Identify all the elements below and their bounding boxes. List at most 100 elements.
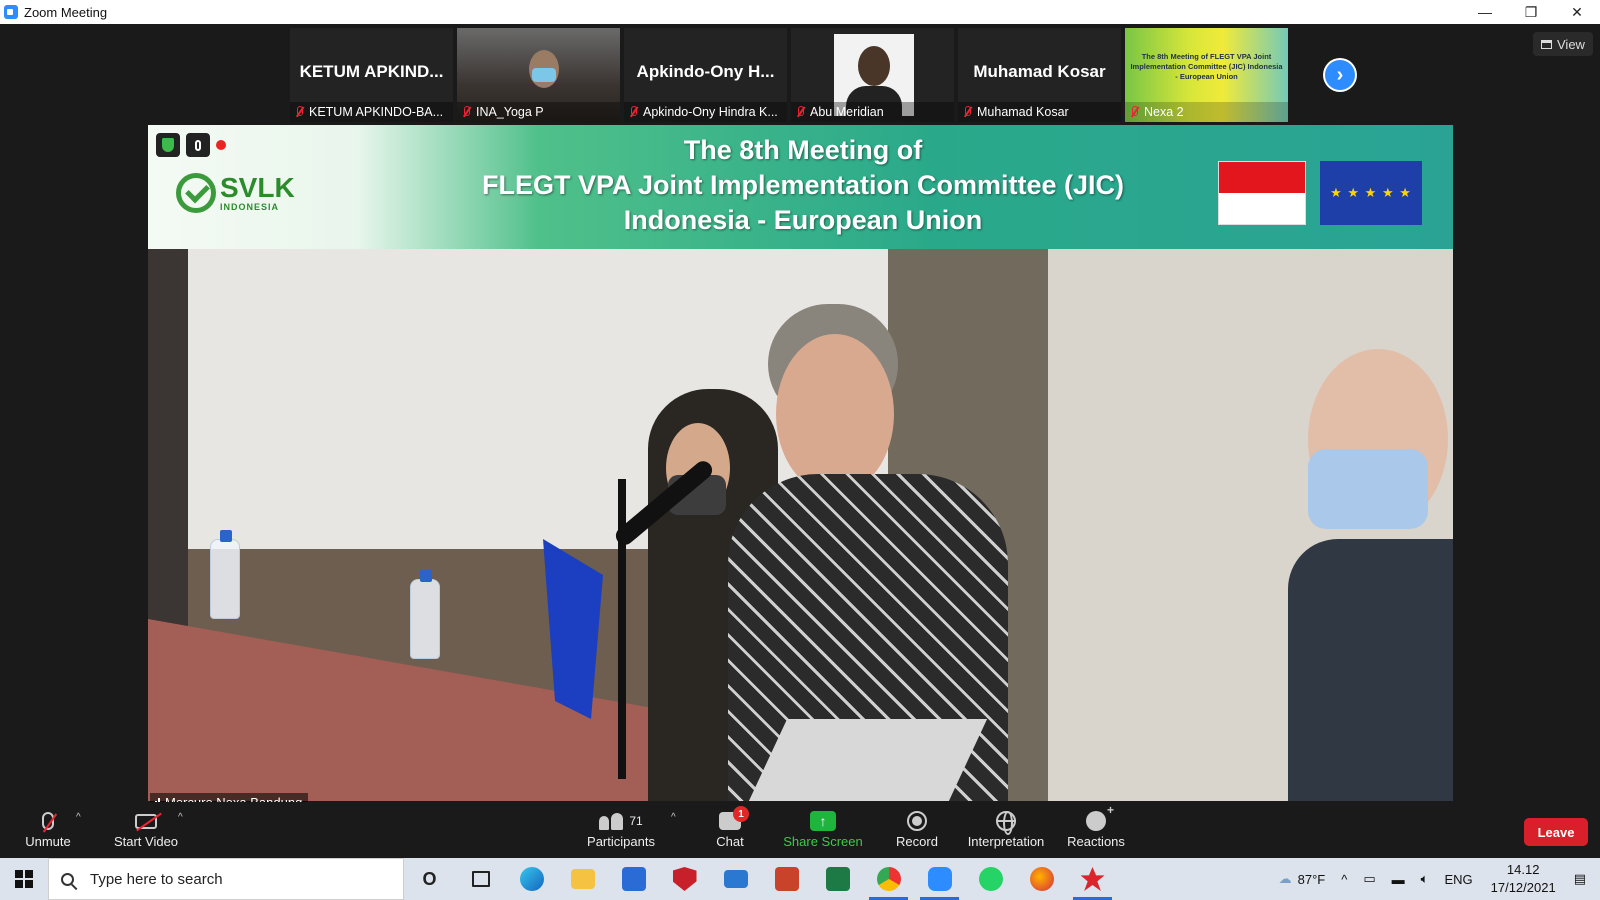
participant-strip: KETUM APKIND... KETUM APKINDO-BA... INA_… — [290, 28, 1288, 122]
logo-subtext: INDONESIA — [220, 202, 280, 212]
task-view-button[interactable] — [455, 858, 506, 900]
view-label: View — [1557, 36, 1585, 52]
clock-date: 17/12/2021 — [1490, 880, 1556, 895]
participant-display-name: Apkindo-Ony H... — [636, 62, 775, 81]
participant-tile[interactable]: Abu Meridian — [791, 28, 954, 122]
participant-tile[interactable]: Muhamad Kosar Muhamad Kosar — [958, 28, 1121, 122]
mic-muted-icon — [42, 812, 54, 830]
conference-room-scene — [148, 249, 1453, 801]
show-hidden-icons-button[interactable]: ^ — [1333, 872, 1355, 887]
search-placeholder: Type here to search — [90, 870, 223, 888]
battery-icon[interactable]: ▬ — [1384, 872, 1413, 887]
volume-icon[interactable]: 🔈︎ — [1413, 871, 1437, 887]
store-icon — [621, 867, 646, 891]
participant-tile[interactable]: KETUM APKIND... KETUM APKINDO-BA... — [290, 28, 453, 122]
taskbar-firefox[interactable] — [1016, 858, 1067, 900]
interpretation-label: Interpretation — [967, 834, 1045, 849]
taskbar-search[interactable]: Type here to search — [48, 858, 404, 900]
logo-text: SVLK — [220, 172, 295, 203]
weather-widget[interactable]: ☁ 87°F — [1271, 871, 1334, 887]
audio-options-caret[interactable]: ^ — [76, 812, 81, 823]
weather-temp: 87°F — [1297, 871, 1326, 887]
video-off-icon — [135, 813, 157, 829]
participants-icon — [599, 812, 624, 830]
chat-label: Chat — [716, 834, 744, 849]
taskbar-powerpoint[interactable] — [761, 858, 812, 900]
reactions-label: Reactions — [1067, 834, 1125, 849]
close-button[interactable]: ✕ — [1554, 0, 1600, 24]
weather-icon: ☁ — [1278, 871, 1292, 886]
taskbar-file-explorer[interactable] — [557, 858, 608, 900]
participant-tile[interactable]: The 8th Meeting of FLEGT VPA Joint Imple… — [1125, 28, 1288, 122]
participant-name: Muhamad Kosar — [977, 105, 1069, 119]
participant-name: Abu Meridian — [810, 105, 884, 119]
taskbar-store[interactable] — [608, 858, 659, 900]
shield-icon — [672, 867, 697, 891]
restore-button[interactable]: ❐ — [1508, 0, 1554, 24]
participant-name: Nexa 2 — [1144, 105, 1184, 119]
taskbar-zoom[interactable] — [914, 858, 965, 900]
window-controls: — ❐ ✕ — [1462, 0, 1600, 24]
participant-display-name: KETUM APKIND... — [299, 62, 444, 81]
share-screen-label: Share Screen — [783, 834, 863, 849]
start-video-label: Start Video — [113, 834, 179, 849]
next-page-button[interactable]: › — [1323, 58, 1357, 92]
system-tray: ☁ 87°F ^ ▭ ▬ 🔈︎ ENG 14.12 17/12/2021 ▤ — [1271, 858, 1600, 900]
record-icon — [907, 811, 927, 831]
participant-caption: KETUM APKINDO-BA... — [290, 102, 453, 122]
search-icon — [58, 869, 77, 889]
mic-muted-icon — [461, 106, 471, 118]
taskbar-mcafee[interactable] — [659, 858, 710, 900]
start-video-button[interactable]: Start Video — [110, 808, 182, 849]
recording-indicator-icon — [216, 133, 226, 157]
mic-muted-icon — [795, 106, 805, 118]
participants-count: 71 — [629, 814, 643, 828]
task-view-icon — [471, 871, 490, 887]
cortana-button[interactable]: O — [404, 858, 455, 900]
view-button[interactable]: View — [1533, 32, 1593, 56]
participant-man — [1288, 349, 1453, 801]
firefox-icon — [1029, 867, 1054, 891]
record-label: Record — [896, 834, 938, 849]
microphone-icon[interactable] — [186, 133, 210, 157]
meeting-stage: KETUM APKIND... KETUM APKINDO-BA... INA_… — [0, 24, 1600, 811]
reactions-button[interactable]: Reactions — [1066, 803, 1126, 849]
record-button[interactable]: Record — [892, 808, 942, 849]
whatsapp-icon — [978, 867, 1003, 891]
participant-tile[interactable]: INA_Yoga P — [457, 28, 620, 122]
encryption-shield-icon[interactable] — [156, 133, 180, 157]
participant-caption: Muhamad Kosar — [958, 102, 1121, 122]
slide-thumbnail-text: The 8th Meeting of FLEGT VPA Joint Imple… — [1130, 52, 1283, 81]
video-options-caret[interactable]: ^ — [178, 812, 183, 823]
leave-button[interactable]: Leave — [1524, 818, 1588, 846]
mail-icon — [723, 870, 748, 888]
chat-button[interactable]: 1 Chat — [704, 806, 756, 849]
meet-now-icon[interactable]: ▭ — [1355, 871, 1383, 887]
indonesia-flag-icon — [1218, 161, 1306, 225]
start-button[interactable] — [0, 858, 48, 900]
clock-time: 14.12 — [1506, 862, 1540, 877]
notification-center-icon[interactable]: ▤ — [1566, 871, 1600, 887]
windows-taskbar: Type here to search O ☁ 87°F ^ ▭ ▬ 🔈︎ ENG… — [0, 858, 1600, 900]
taskbar-mail[interactable] — [710, 858, 761, 900]
mic-muted-icon — [962, 106, 972, 118]
taskbar-whatsapp[interactable] — [965, 858, 1016, 900]
taskbar-app[interactable] — [1067, 858, 1118, 900]
chevron-right-icon: › — [1325, 60, 1355, 90]
participant-caption: Abu Meridian — [791, 102, 954, 122]
taskbar-chrome[interactable] — [863, 858, 914, 900]
unmute-button[interactable]: Unmute — [24, 808, 72, 849]
language-indicator[interactable]: ENG — [1436, 872, 1480, 887]
participants-button[interactable]: 71 Participants — [586, 808, 656, 849]
cortana-icon: O — [422, 868, 437, 889]
participant-tile[interactable]: Apkindo-Ony H... Apkindo-Ony Hindra K... — [624, 28, 787, 122]
window-title: Zoom Meeting — [24, 4, 108, 20]
participants-options-caret[interactable]: ^ — [671, 812, 676, 823]
taskbar-edge[interactable] — [506, 858, 557, 900]
share-screen-button[interactable]: ↑ Share Screen — [782, 808, 864, 849]
minimize-button[interactable]: — — [1462, 0, 1508, 24]
taskbar-clock[interactable]: 14.12 17/12/2021 — [1481, 861, 1566, 897]
interpretation-button[interactable]: Interpretation — [964, 808, 1048, 849]
taskbar-excel[interactable] — [812, 858, 863, 900]
powerpoint-icon — [774, 867, 799, 891]
